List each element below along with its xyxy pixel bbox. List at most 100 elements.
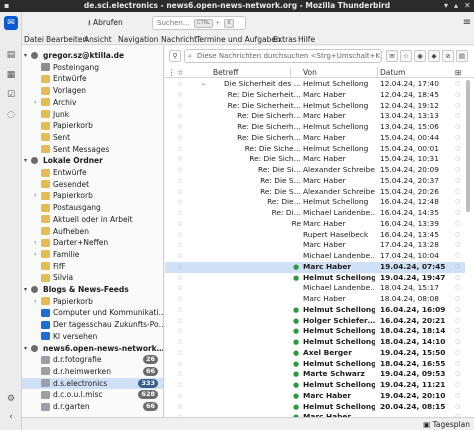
folder-row[interactable]: › Darter+Neffen [22, 237, 163, 248]
star-icon[interactable]: ☆ [177, 187, 183, 198]
star-icon[interactable]: ☆ [177, 283, 183, 294]
read-status-icon[interactable]: ○ [455, 380, 460, 391]
quick-filter-input[interactable]: ⌕ Diese Nachrichten durchsuchen <Strg+Um… [184, 49, 382, 63]
collapse-spaces-icon[interactable]: ‹ [4, 410, 18, 424]
message-row[interactable]: ☆ Re: Die Siche… Helmut Schellong 15.04.24,… [165, 144, 465, 155]
read-status-icon[interactable]: ○ [455, 348, 460, 359]
read-status-icon[interactable]: ○ [455, 79, 460, 90]
star-icon[interactable]: ☆ [177, 251, 183, 262]
star-icon[interactable]: ☆ [177, 176, 183, 187]
star-icon[interactable]: ☆ [177, 273, 183, 284]
message-row[interactable]: ☆ ● Helmut Schellong 19.04.24, 11:21 ○ [165, 380, 465, 391]
message-row[interactable]: ☆ Re: Die S… Alexander Schreiber 15.04.24, … [165, 187, 465, 198]
star-icon[interactable]: ☆ [177, 230, 183, 241]
read-status-icon[interactable]: ○ [455, 176, 460, 187]
scrollbar-thumb[interactable] [466, 80, 470, 212]
thread-column-icon[interactable]: ⋮ [168, 68, 176, 77]
twisty-icon[interactable]: › [34, 190, 36, 201]
minimize-icon[interactable]: ▾ [444, 1, 448, 10]
read-status-icon[interactable]: ○ [455, 187, 460, 198]
read-status-icon[interactable]: ○ [455, 133, 460, 144]
star-icon[interactable]: ☆ [177, 369, 183, 380]
attachment-filter-icon[interactable]: ⊘ [442, 50, 454, 62]
tasks-icon[interactable]: ☑ [4, 88, 18, 102]
read-status-icon[interactable]: ○ [455, 154, 460, 165]
star-icon[interactable]: ☆ [177, 154, 183, 165]
message-row[interactable]: ☆ ● Helmut Schellong 16.04.24, 16:09 ○ [165, 305, 465, 316]
unread-dot-icon[interactable]: ● [293, 391, 299, 402]
message-list-scrollbar[interactable] [466, 80, 471, 410]
star-icon[interactable]: ☆ [177, 391, 183, 402]
chat-icon[interactable]: ◌ [4, 108, 18, 122]
app-menu-icon[interactable]: ≡ [460, 16, 474, 30]
read-status-icon[interactable]: ○ [455, 316, 460, 327]
read-status-icon[interactable]: ○ [455, 122, 460, 133]
menu-help[interactable]: Hilfe [298, 35, 315, 44]
account-row[interactable]: ▾ gregor.sz@ktilla.de [22, 50, 163, 61]
star-icon[interactable]: ☆ [177, 337, 183, 348]
message-row[interactable]: ☆ Re: Die Sich… Marc Haber 15.04.24, 10:31 ○ [165, 154, 465, 165]
star-icon[interactable]: ☆ [177, 111, 183, 122]
maximize-icon[interactable]: ▴ [454, 1, 458, 10]
folder-row[interactable]: Der tagesschau Zukunfts-Po… [22, 319, 163, 330]
unread-dot-icon[interactable]: ● [293, 305, 299, 316]
read-status-icon[interactable]: ○ [455, 369, 460, 380]
twisty-icon[interactable]: › [34, 249, 36, 260]
message-row[interactable]: ☆ ● Marc Haber 19.04.24, 07:45 ○ [165, 261, 465, 273]
folder-row[interactable]: Sent [22, 132, 163, 143]
message-row[interactable]: ☆ Marc Haber 18.04.24, 08:08 ○ [165, 294, 465, 305]
read-status-icon[interactable]: ○ [455, 305, 460, 316]
message-row[interactable]: ☆ ● Marte Schwarz 19.04.24, 09:53 ○ [165, 369, 465, 380]
twisty-icon[interactable]: ▾ [24, 284, 27, 295]
message-row[interactable]: ☆ ● Helmut Schellong 18.04.24, 14:10 ○ [165, 337, 465, 348]
folder-row[interactable]: KI versehen [22, 331, 163, 342]
read-status-icon[interactable]: ○ [455, 208, 460, 219]
unread-dot-icon[interactable]: ● [293, 337, 299, 348]
folder-row[interactable]: d.r.fotografie 26 [22, 354, 163, 365]
read-status-icon[interactable]: ○ [455, 337, 460, 348]
star-icon[interactable]: ☆ [177, 262, 183, 273]
folder-row[interactable]: Entwürfe [22, 73, 163, 84]
read-status-icon[interactable]: ○ [455, 197, 460, 208]
folder-row[interactable]: Silvia [22, 272, 163, 283]
message-row[interactable]: ☆ Re: Die Sicherh… Helmut Schellong 13.04.2… [165, 122, 465, 133]
menu-message[interactable]: Nachricht [161, 35, 197, 44]
star-icon[interactable]: ☆ [177, 133, 183, 144]
star-icon[interactable]: ☆ [177, 240, 183, 251]
message-row[interactable]: ☆ Re: Die Sicherheit… Helmut Schellong 12.0… [165, 101, 465, 112]
star-icon[interactable]: ☆ [177, 316, 183, 327]
menu-file[interactable]: Datei [24, 35, 44, 44]
twisty-icon[interactable]: ▾ [24, 155, 27, 166]
star-icon[interactable]: ☆ [177, 101, 183, 112]
read-status-icon[interactable]: ○ [455, 230, 460, 241]
read-status-icon[interactable]: ○ [455, 273, 460, 284]
star-icon[interactable]: ☆ [177, 380, 183, 391]
unread-filter-icon[interactable]: ✉ [386, 50, 398, 62]
read-status-icon[interactable]: ○ [455, 283, 460, 294]
unread-dot-icon[interactable]: ● [293, 273, 299, 284]
star-icon[interactable]: ☆ [177, 165, 183, 176]
address-book-icon[interactable]: ▤ [4, 48, 18, 62]
star-icon[interactable]: ☆ [177, 294, 183, 305]
menu-navigation[interactable]: Navigation [118, 35, 158, 44]
message-row[interactable]: ☆ Re: Die S… Marc Haber 15.04.24, 20:37 ○ [165, 176, 465, 187]
twisty-icon[interactable]: › [34, 97, 36, 108]
folder-row[interactable]: Vorlagen [22, 85, 163, 96]
star-icon[interactable]: ☆ [177, 144, 183, 155]
folder-row[interactable]: Junk [22, 109, 163, 120]
mail-space-icon[interactable]: ✉ [4, 16, 18, 30]
read-status-icon[interactable]: ○ [455, 402, 460, 413]
message-row[interactable]: ☆ ● Marc Haber 19.04.24, 20:10 ○ [165, 391, 465, 402]
folder-row[interactable]: Aktuell oder in Arbeit [22, 214, 163, 225]
menu-view[interactable]: Ansicht [84, 35, 112, 44]
unread-dot-icon[interactable]: ● [293, 380, 299, 391]
folder-row[interactable]: Computer und Kommunikati… [22, 307, 163, 318]
folder-row[interactable]: › Papierkorb [22, 296, 163, 307]
star-icon[interactable]: ☆ [177, 402, 183, 413]
star-icon[interactable]: ☆ [177, 348, 183, 359]
read-status-icon[interactable]: ○ [455, 144, 460, 155]
read-status-icon[interactable]: ○ [455, 251, 460, 262]
folder-row[interactable]: Entwürfe [22, 167, 163, 178]
star-icon[interactable]: ☆ [177, 326, 183, 337]
message-row[interactable]: ☆ Rupert Haselbeck 16.04.24, 13:45 ○ [165, 230, 465, 241]
